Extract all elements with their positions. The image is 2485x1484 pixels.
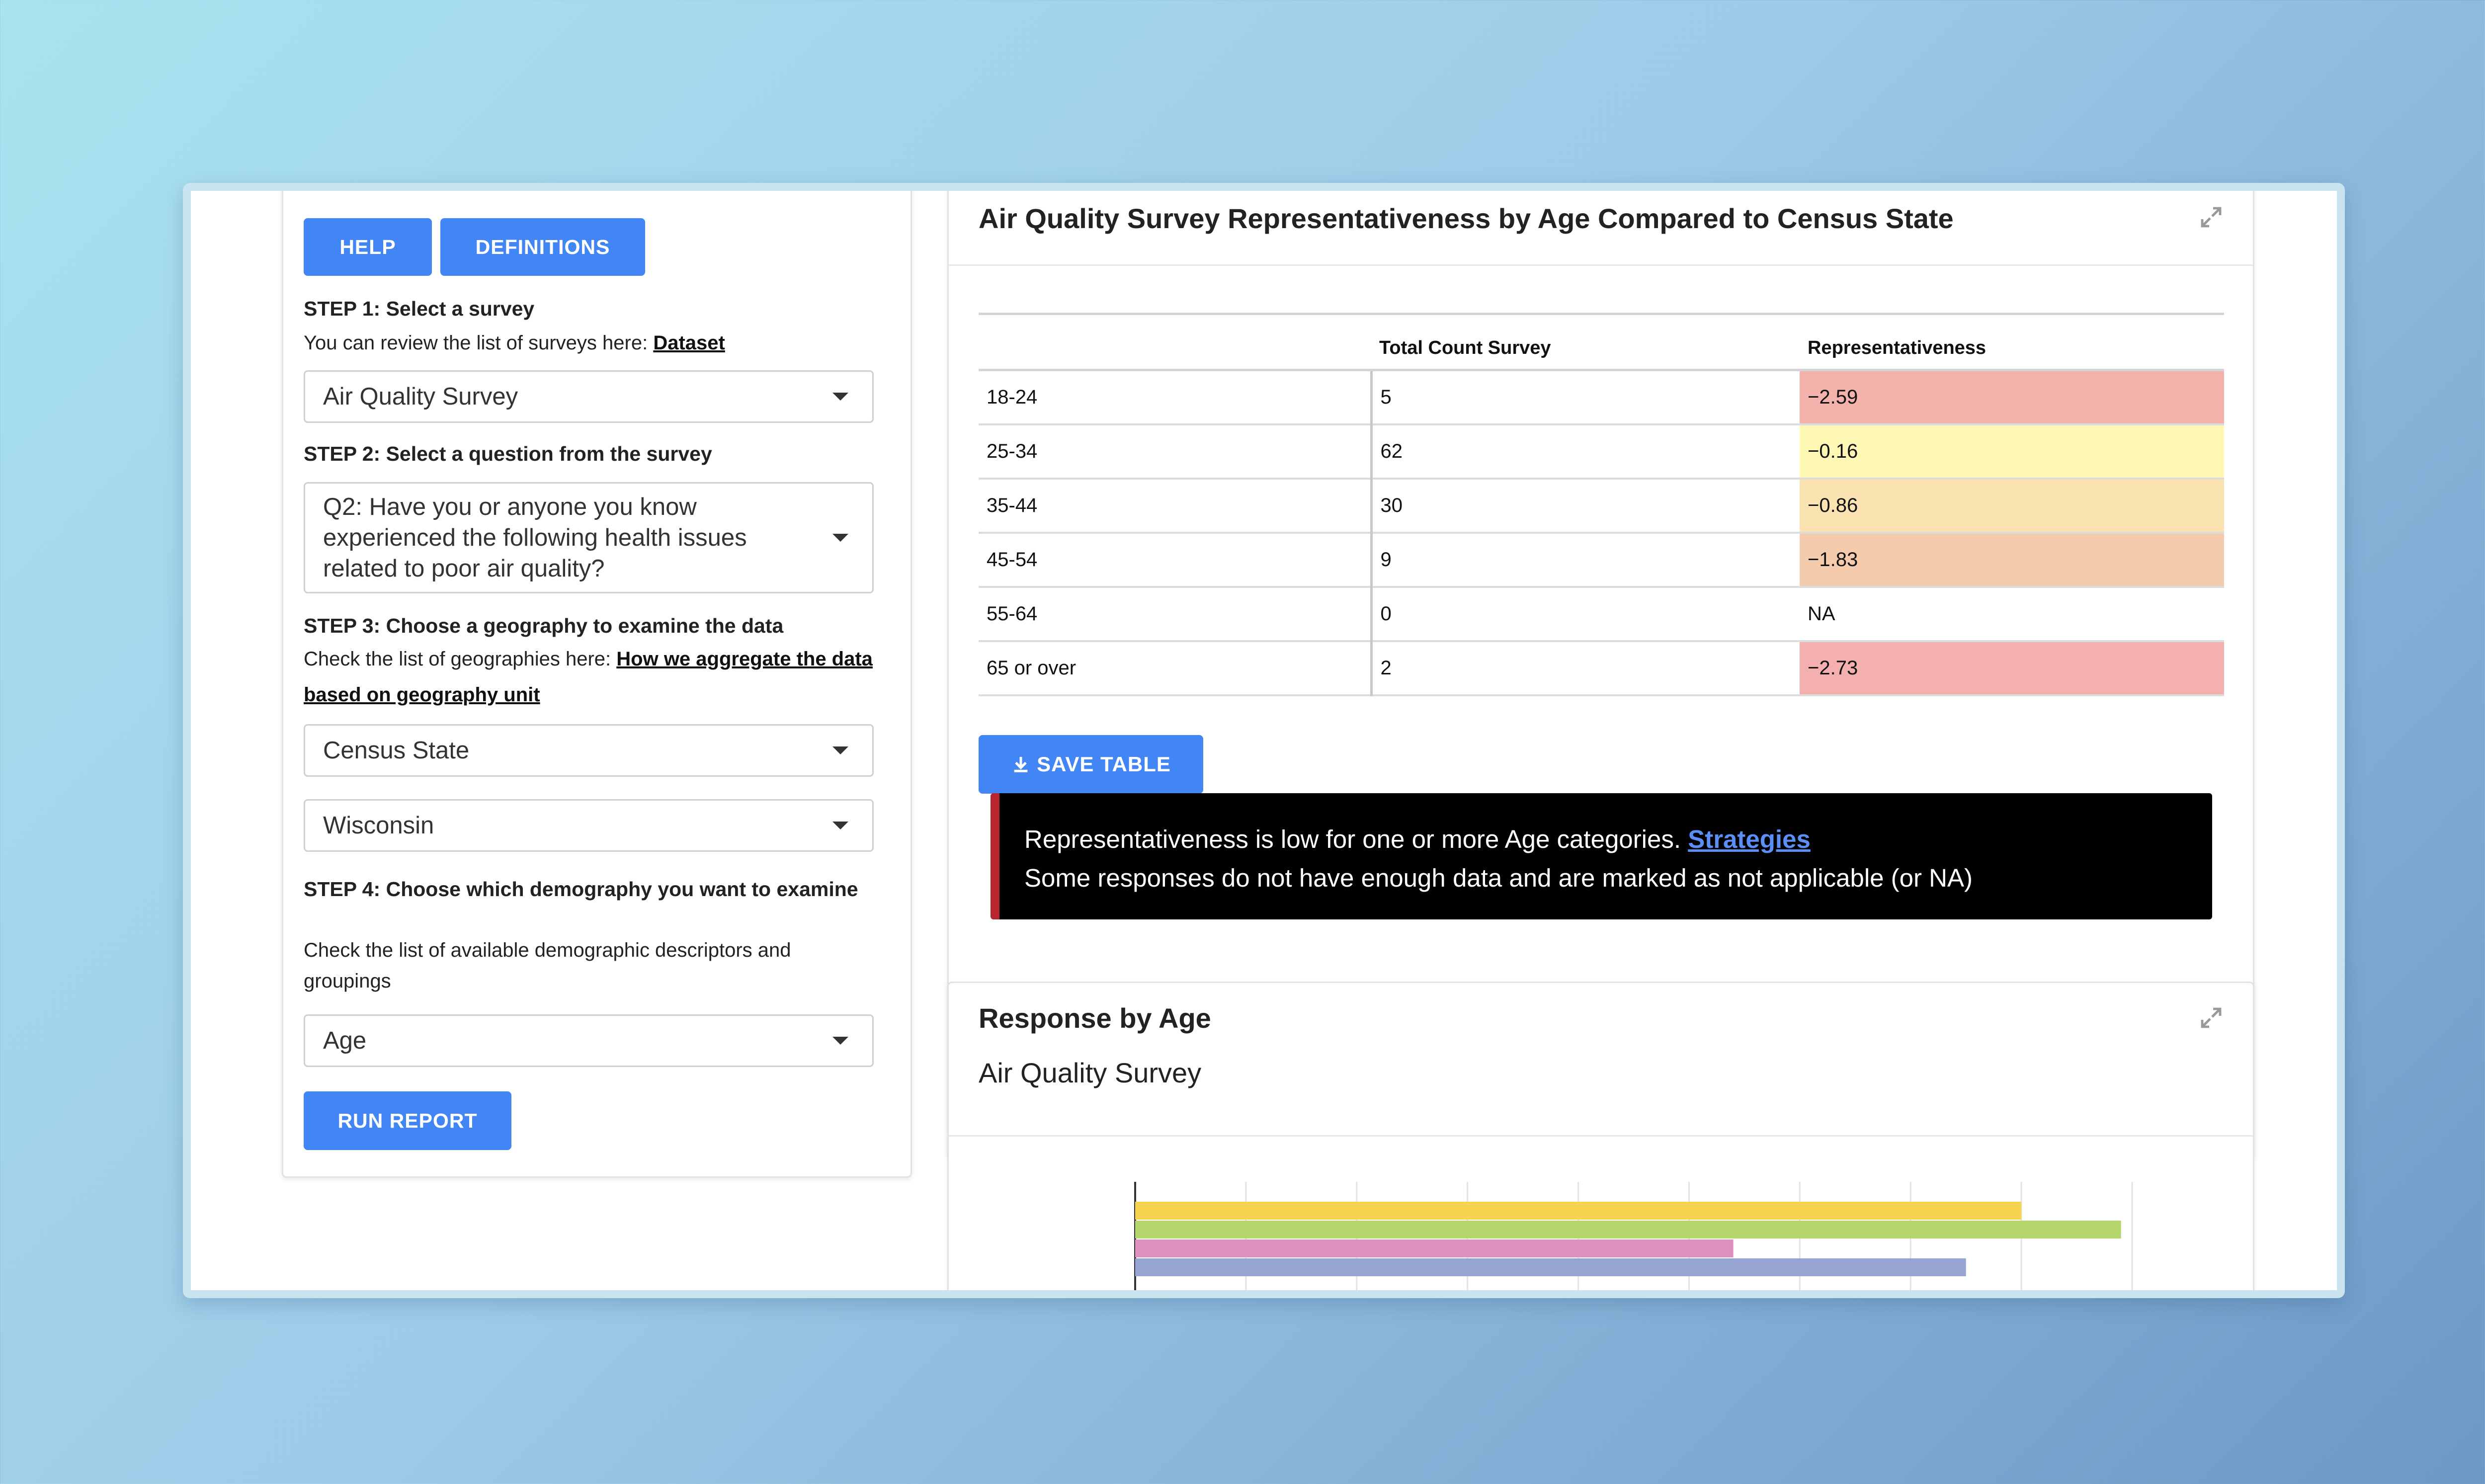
chart-bar (1135, 1202, 2022, 1220)
chart-subtitle: Air Quality Survey (979, 1057, 1202, 1088)
save-table-label: SAVE TABLE (1037, 752, 1171, 776)
chart-bar (1135, 1239, 1734, 1257)
step2-title: STEP 2: Select a question from the surve… (304, 442, 712, 465)
step1-text: You can review the list of surveys here:… (304, 325, 875, 361)
chart-bar (1135, 1258, 1966, 1276)
table-row: 55-64 0 NA (979, 587, 2224, 642)
card-divider (949, 1135, 2253, 1137)
geography-select[interactable]: Census State (304, 724, 874, 777)
state-select-value: Wisconsin (323, 812, 434, 839)
expand-icon[interactable] (2199, 1006, 2223, 1030)
survey-select-value: Air Quality Survey (323, 383, 518, 410)
response-card: Response by Age Air Quality Survey (947, 982, 2254, 1290)
expand-icon[interactable] (2199, 205, 2223, 229)
table-header-row: Total Count Survey Representativeness (979, 314, 2224, 371)
strategies-link[interactable]: Strategies (1688, 825, 1811, 853)
demography-select[interactable]: Age (304, 1014, 874, 1067)
representativeness-cell: NA (1800, 587, 2224, 642)
age-cell: 25-34 (979, 424, 1371, 480)
count-cell: 0 (1370, 587, 1800, 642)
survey-select[interactable]: Air Quality Survey (304, 370, 874, 423)
representativeness-alert: Representativeness is low for one or mor… (991, 793, 2212, 919)
step3-description: Check the list of geographies here: (304, 648, 617, 670)
count-cell: 30 (1370, 479, 1800, 534)
table-row: 18-24 5 −2.59 (979, 370, 2224, 425)
alert-line-2: Some responses do not have enough data a… (1024, 864, 1973, 892)
step1-title: STEP 1: Select a survey (304, 297, 535, 320)
table-row: 65 or over 2 −2.73 (979, 641, 2224, 696)
representativeness-cell: −0.16 (1800, 424, 2224, 480)
card-divider (949, 264, 2253, 266)
count-cell: 9 (1370, 533, 1800, 588)
card-title: Response by Age (979, 1002, 1211, 1034)
chevron-down-icon (832, 393, 848, 401)
help-button[interactable]: HELP (304, 218, 432, 276)
chevron-down-icon (832, 1037, 848, 1045)
definitions-button[interactable]: DEFINITIONS (440, 218, 645, 276)
app-window: HELP DEFINITIONS STEP 1: Select a survey… (183, 183, 2345, 1298)
age-cell: 45-54 (979, 533, 1371, 588)
age-cell: 65 or over (979, 641, 1371, 696)
count-cell: 62 (1370, 424, 1800, 480)
question-select[interactable]: Q2: Have you or anyone you know experien… (304, 482, 874, 593)
column-header: Total Count Survey (1371, 314, 1800, 371)
age-cell: 35-44 (979, 479, 1371, 534)
representativeness-cell: −2.59 (1800, 370, 2224, 425)
table-row: 25-34 62 −0.16 (979, 424, 2224, 480)
step3-text: Check the list of geographies here: How … (304, 641, 875, 713)
chevron-down-icon (832, 822, 848, 829)
representativeness-cell: −1.83 (1800, 533, 2224, 588)
table-row: 35-44 30 −0.86 (979, 479, 2224, 534)
chevron-down-icon (832, 534, 848, 542)
download-icon (1014, 757, 1028, 772)
representativeness-cell: −2.73 (1800, 641, 2224, 696)
card-title: Air Quality Survey Representativeness by… (979, 203, 1954, 234)
count-cell: 2 (1370, 641, 1800, 696)
count-cell: 5 (1370, 370, 1800, 425)
demography-select-value: Age (323, 1027, 367, 1054)
column-header (979, 314, 1371, 371)
state-select[interactable]: Wisconsin (304, 799, 874, 852)
chart-bar (1135, 1221, 2121, 1238)
dataset-link[interactable]: Dataset (653, 332, 725, 354)
step3-title: STEP 3: Choose a geography to examine th… (304, 614, 784, 637)
step4-title: STEP 4: Choose which demography you want… (304, 878, 858, 901)
response-bar-chart (1134, 1182, 2133, 1290)
alert-line-1: Representativeness is low for one or mor… (1024, 820, 2212, 859)
column-header: Representativeness (1800, 314, 2224, 371)
representativeness-cell: −0.86 (1800, 479, 2224, 534)
step1-description: You can review the list of surveys here: (304, 332, 654, 354)
alert-text: Representativeness is low for one or mor… (1024, 825, 1688, 853)
table-row: 45-54 9 −1.83 (979, 533, 2224, 588)
step4-text: Check the list of available demographic … (304, 939, 791, 992)
representativeness-table: Total Count Survey Representativeness 18… (979, 313, 2224, 696)
age-cell: 18-24 (979, 370, 1371, 425)
save-table-button[interactable]: SAVE TABLE (979, 735, 1203, 794)
run-report-button[interactable]: RUN REPORT (304, 1091, 511, 1150)
geography-select-value: Census State (323, 737, 470, 764)
question-select-value: Q2: Have you or anyone you know experien… (323, 494, 747, 582)
chevron-down-icon (832, 746, 848, 754)
age-cell: 55-64 (979, 587, 1371, 642)
